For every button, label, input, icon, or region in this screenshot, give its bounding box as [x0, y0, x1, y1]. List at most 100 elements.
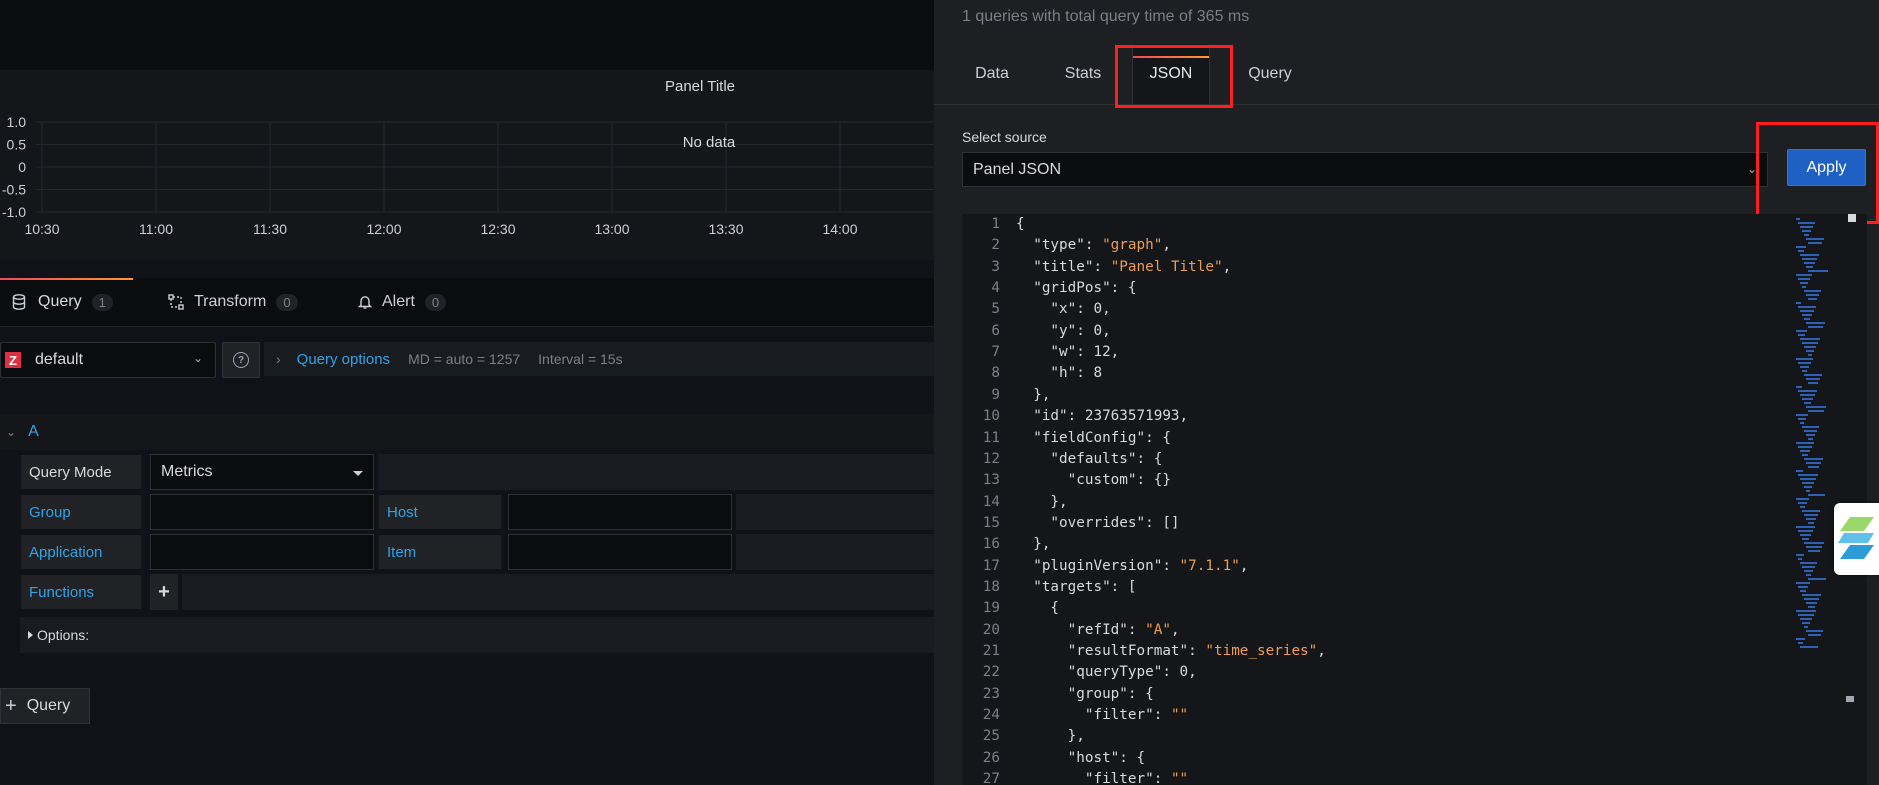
line-number: 9 — [991, 386, 1000, 403]
minimap-line — [1802, 314, 1812, 316]
line-number: 21 — [982, 643, 1000, 659]
datasource-select[interactable]: Z default ⌄ — [0, 342, 216, 378]
minimap-line — [1796, 554, 1804, 556]
tab-alert[interactable]: Alert 0 — [358, 278, 447, 326]
datasource-name: default — [35, 351, 84, 368]
query-mode-filler — [378, 454, 934, 490]
code-text: }, — [1016, 493, 1068, 510]
tab-stats[interactable]: Stats — [1048, 44, 1118, 104]
line-number: 12 — [982, 450, 1000, 467]
tab-query-label: Query — [38, 293, 82, 310]
caret-down-icon — [353, 471, 363, 476]
tab-data[interactable]: Data — [962, 44, 1022, 104]
tab-json[interactable]: JSON — [1132, 44, 1210, 104]
minimap-slider[interactable] — [1848, 214, 1856, 222]
x-axis: 10:30 11:00 11:30 12:00 12:30 13:00 13:30 14:00 — [24, 221, 857, 237]
line-number: 5 — [991, 301, 1000, 318]
host-input[interactable] — [508, 494, 732, 530]
application-input[interactable] — [150, 534, 374, 570]
code-text: "filter": "" — [1016, 707, 1189, 724]
item-label: Item — [378, 534, 502, 570]
chart-grid — [36, 121, 934, 213]
minimap-line — [1800, 478, 1816, 480]
tab-transform-count: 0 — [276, 293, 298, 311]
line-number: 3 — [991, 258, 1000, 275]
code-text: "w": 12, — [1016, 344, 1120, 361]
y-axis: 1.0 0.5 0 -0.5 -1.0 — [2, 114, 26, 220]
minimap-line — [1798, 334, 1805, 336]
group-input[interactable] — [150, 494, 374, 530]
minimap-line — [1802, 566, 1815, 568]
code-text: }, — [1016, 386, 1051, 403]
item-input[interactable] — [508, 534, 732, 570]
line-number: 11 — [982, 429, 1000, 446]
minimap-line — [1804, 430, 1817, 432]
add-function-button[interactable]: + — [150, 574, 178, 610]
query-mode-select[interactable]: Metrics — [150, 454, 374, 490]
graph-chart: 1.0 0.5 0 -0.5 -1.0 10:30 11:00 11:30 12:00 12:3… — [2, 114, 934, 237]
datasource-help-button[interactable]: ? — [222, 342, 260, 378]
minimap-line — [1800, 366, 1809, 368]
minimap-line — [1798, 390, 1817, 392]
application-item-row: Application Item — [20, 534, 934, 572]
apply-button[interactable]: Apply — [1787, 149, 1866, 186]
bell-icon — [358, 296, 372, 309]
code-line: 9 }, — [962, 385, 1732, 406]
x-tick-label: 12:00 — [366, 221, 401, 237]
add-query-button[interactable]: + Query — [0, 688, 90, 724]
json-code-editor[interactable]: 1{2 "type": "graph", 3 "title": "Panel Ti… — [962, 214, 1867, 785]
query-a-header[interactable]: ⌄ A — [0, 414, 934, 450]
minimap-line — [1808, 522, 1814, 524]
minimap-line — [1800, 646, 1818, 648]
zabbix-logo-icon: Z — [5, 352, 21, 368]
line-number: 19 — [982, 600, 1000, 617]
functions-label: Functions — [20, 574, 142, 610]
floating-app-icon — [1838, 517, 1874, 559]
minimap-line — [1808, 270, 1828, 272]
group-label: Group — [20, 494, 142, 530]
minimap-line — [1796, 358, 1813, 360]
options-toggle[interactable]: Options: — [20, 617, 934, 653]
tab-query[interactable]: Query — [1234, 44, 1306, 104]
minimap-line — [1800, 618, 1812, 620]
code-line: 3 "title": "Panel Title", — [962, 257, 1732, 278]
chevron-right-icon: › — [276, 351, 281, 367]
minimap-line — [1798, 222, 1815, 224]
code-line: 14 }, — [962, 492, 1732, 513]
code-text: "queryType": 0, — [1016, 664, 1197, 681]
select-source-dropdown[interactable]: Panel JSON ⌄ — [962, 152, 1768, 187]
query-options-label[interactable]: Query options — [297, 351, 390, 368]
x-tick-label: 13:30 — [708, 221, 743, 237]
no-data-label: No data — [683, 134, 736, 151]
query-editor-pane: Panel Title 1.0 0.5 0 -0.5 -1.0 10:30 11:00 11… — [0, 0, 934, 785]
interval-value: Interval = 15s — [538, 351, 623, 367]
minimap-line — [1806, 518, 1816, 520]
graph-panel: Panel Title 1.0 0.5 0 -0.5 -1.0 10:30 11:00 11… — [0, 70, 934, 260]
minimap-line — [1804, 374, 1822, 376]
functions-filler — [182, 574, 934, 610]
code-text: "fieldConfig": { — [1016, 429, 1171, 446]
line-number: 14 — [982, 493, 1000, 510]
code-text: { — [1016, 600, 1060, 617]
minimap-line — [1796, 470, 1803, 472]
query-a-label: A — [28, 423, 39, 440]
host-label: Host — [378, 494, 502, 530]
minimap-line — [1808, 354, 1812, 356]
minimap-line — [1800, 226, 1813, 228]
tab-transform[interactable]: Transform 0 — [168, 278, 298, 326]
code-line: 18 "targets": [ — [962, 577, 1732, 598]
minimap-line — [1802, 622, 1810, 624]
line-number: 17 — [982, 557, 1000, 574]
code-line: 13 "custom": {} — [962, 470, 1732, 491]
line-number: 4 — [991, 280, 1000, 297]
panel-top-area — [0, 0, 934, 70]
floating-widget-logo[interactable] — [1834, 503, 1879, 575]
minimap-line — [1800, 506, 1805, 508]
tab-query[interactable]: Query 1 — [0, 278, 133, 326]
chevron-down-icon: ⌄ — [1746, 162, 1757, 176]
minimap-line — [1800, 450, 1810, 452]
select-source-label: Select source — [962, 129, 1047, 145]
minimap-line — [1802, 538, 1809, 540]
query-options-bar[interactable]: › Query options MD = auto = 1257 Interva… — [264, 342, 934, 376]
line-number: 6 — [991, 322, 1000, 339]
